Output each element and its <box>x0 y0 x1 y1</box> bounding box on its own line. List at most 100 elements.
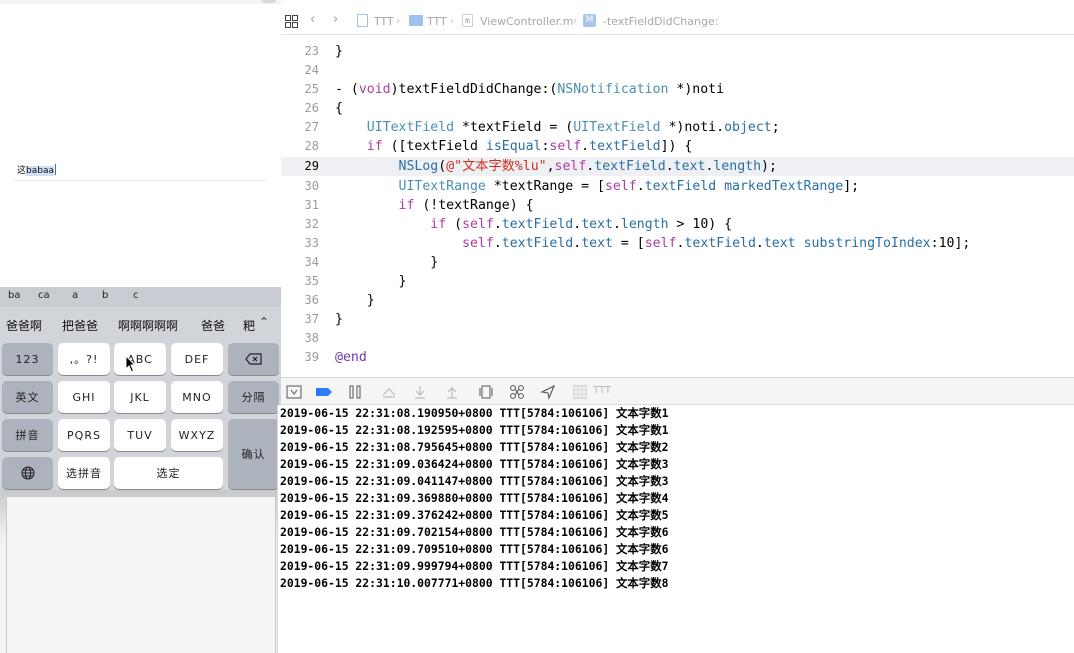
code-line: 33 self.textField.text = [self.textField… <box>281 234 1074 253</box>
console-line: 2019-06-15 22:31:08.192595+0800 TTT[5784… <box>280 423 669 437</box>
key-select-pinyin[interactable]: 选拼音 <box>58 457 110 489</box>
debug-bar: TTT <box>281 377 1074 405</box>
key-tuv[interactable]: TUV <box>114 419 166 451</box>
globe-icon <box>20 466 35 480</box>
line-number: 32 <box>304 217 319 231</box>
code-line: 34 } <box>281 253 1074 272</box>
pinyin-suggestion[interactable]: a <box>72 290 78 301</box>
key-ghi[interactable]: GHI <box>58 381 110 413</box>
status-bar <box>0 0 281 4</box>
console-line: 2019-06-15 22:31:08.190950+0800 TTT[5784… <box>280 406 669 420</box>
delete-icon <box>244 353 262 365</box>
project-icon <box>357 14 368 27</box>
code-line: 27 UITextField *textField = (UITextField… <box>281 118 1074 137</box>
simulator-background <box>0 490 281 653</box>
console-line: 2019-06-15 22:31:09.369880+0800 TTT[5784… <box>280 491 669 505</box>
code-line: 25 - (void)textFieldDidChange:(NSNotifica… <box>281 80 1074 99</box>
key-separator[interactable]: 分隔 <box>228 381 279 413</box>
breadcrumb-method[interactable]: -textFieldDidChange: <box>603 15 718 28</box>
pinyin-suggestion-bar: ba ca a b c <box>0 287 281 307</box>
text-field-marked-text: babaa <box>26 166 54 176</box>
line-number: 38 <box>304 331 319 345</box>
line-number: 29 <box>304 159 319 173</box>
code-text: } <box>335 44 343 59</box>
delete-key[interactable] <box>228 343 279 375</box>
code-line: 35 } <box>281 272 1074 291</box>
console-line: 2019-06-15 22:31:09.999794+0800 TTT[5784… <box>280 559 669 573</box>
hide-debug-area-icon[interactable] <box>286 384 302 400</box>
key-mno[interactable]: MNO <box>171 381 223 413</box>
line-number: 34 <box>304 255 319 269</box>
candidate-word[interactable]: 爸爸啊 <box>6 317 42 334</box>
key-english[interactable]: 英文 <box>2 381 53 413</box>
pinyin-suggestion[interactable]: b <box>102 290 108 301</box>
candidate-word[interactable]: 把爸爸 <box>62 317 98 334</box>
code-text: } <box>335 293 375 308</box>
key-pqrs[interactable]: PQRS <box>58 419 110 451</box>
pinyin-suggestion[interactable]: ba <box>8 290 20 301</box>
candidate-word[interactable]: 爸爸 <box>201 317 225 334</box>
jump-bar: ‹ › TTT › TTT › m ViewController.m › M -… <box>281 6 1074 35</box>
console-line: 2019-06-15 22:31:09.702154+0800 TTT[5784… <box>280 525 669 539</box>
line-number: 37 <box>304 312 319 326</box>
line-number: 24 <box>304 63 319 77</box>
source-editor[interactable]: 22 23} 24 25 - (void)textFieldDidChange:(… <box>281 35 1074 376</box>
current-code-line: 29 NSLog(@"文本字数%lu",self.textField.text.… <box>281 157 1074 176</box>
breadcrumb-group[interactable]: TTT <box>427 15 447 28</box>
pinyin-keyboard: ba ca a b c 爸爸啊 把爸爸 啊啊啊啊啊 爸爸 粑 ⌃ 123 ,。?… <box>0 287 281 490</box>
candidate-word[interactable]: 啊啊啊啊啊 <box>118 317 178 334</box>
code-text: @end <box>335 350 367 365</box>
debug-process-name[interactable]: TTT <box>593 385 611 396</box>
candidate-word[interactable]: 粑 <box>243 317 255 334</box>
console-output[interactable]: 2019-06-15 22:31:08.190950+0800 TTT[5784… <box>277 405 1074 653</box>
key-pinyin[interactable]: 拼音 <box>2 419 53 451</box>
code-line: 36 } <box>281 291 1074 310</box>
code-line: 23} <box>281 42 1074 61</box>
simulator-panel <box>6 496 276 653</box>
breadcrumb-project[interactable]: TTT <box>374 15 394 28</box>
code-text: if ([textField isEqual:self.textField]) … <box>366 139 693 154</box>
key-wxyz[interactable]: WXYZ <box>171 419 223 451</box>
text-field[interactable]: 这babaa <box>13 161 267 181</box>
back-arrow-icon[interactable]: ‹ <box>310 12 315 27</box>
related-items-grid-icon[interactable] <box>285 15 298 28</box>
text-caret <box>55 164 56 175</box>
console-line: 2019-06-15 22:31:09.376242+0800 TTT[5784… <box>280 508 669 522</box>
key-jkl[interactable]: JKL <box>114 381 166 413</box>
globe-key[interactable] <box>2 457 53 489</box>
pinyin-suggestion[interactable]: ca <box>38 290 50 301</box>
line-number: 31 <box>304 198 319 212</box>
line-number: 35 <box>304 274 319 288</box>
key-confirm[interactable]: 确认 <box>228 419 279 489</box>
key-def[interactable]: DEF <box>171 343 223 375</box>
key-abc[interactable]: ABC <box>114 343 166 375</box>
candidate-bar: 爸爸啊 把爸爸 啊啊啊啊啊 爸爸 粑 ⌃ <box>0 307 281 341</box>
key-select[interactable]: 选定 <box>114 457 223 489</box>
code-line: 39 @end <box>281 348 1074 367</box>
pause-icon[interactable] <box>348 384 362 400</box>
step-into-icon[interactable] <box>412 384 428 400</box>
breadcrumb-separator: › <box>450 14 455 27</box>
step-over-icon[interactable] <box>381 384 397 400</box>
step-out-icon[interactable] <box>444 384 460 400</box>
key-123[interactable]: 123 <box>2 343 53 375</box>
forward-arrow-icon[interactable]: › <box>333 12 338 27</box>
breadcrumb-separator: › <box>573 14 578 27</box>
chevron-up-icon[interactable]: ⌃ <box>259 315 269 329</box>
view-debugger-icon[interactable] <box>478 384 494 400</box>
line-number: 33 <box>304 236 319 250</box>
code-text: UITextRange *textRange = [self.textField… <box>398 179 860 194</box>
memory-graph-icon[interactable] <box>509 384 525 400</box>
pinyin-suggestion[interactable]: c <box>133 290 139 301</box>
status-bar-edge <box>262 0 276 3</box>
code-line: 24 <box>281 61 1074 80</box>
breakpoints-icon[interactable] <box>315 384 333 400</box>
console-line: 2019-06-15 22:31:08.795645+0800 TTT[5784… <box>280 440 669 454</box>
simulate-location-icon[interactable] <box>540 384 556 400</box>
key-punctuation[interactable]: ,。?! <box>58 343 110 375</box>
line-number: 26 <box>304 101 319 115</box>
line-number: 25 <box>304 82 319 96</box>
line-number: 28 <box>304 139 319 153</box>
breadcrumb-file[interactable]: ViewController.m <box>480 15 573 28</box>
target-app-icon <box>573 385 587 399</box>
